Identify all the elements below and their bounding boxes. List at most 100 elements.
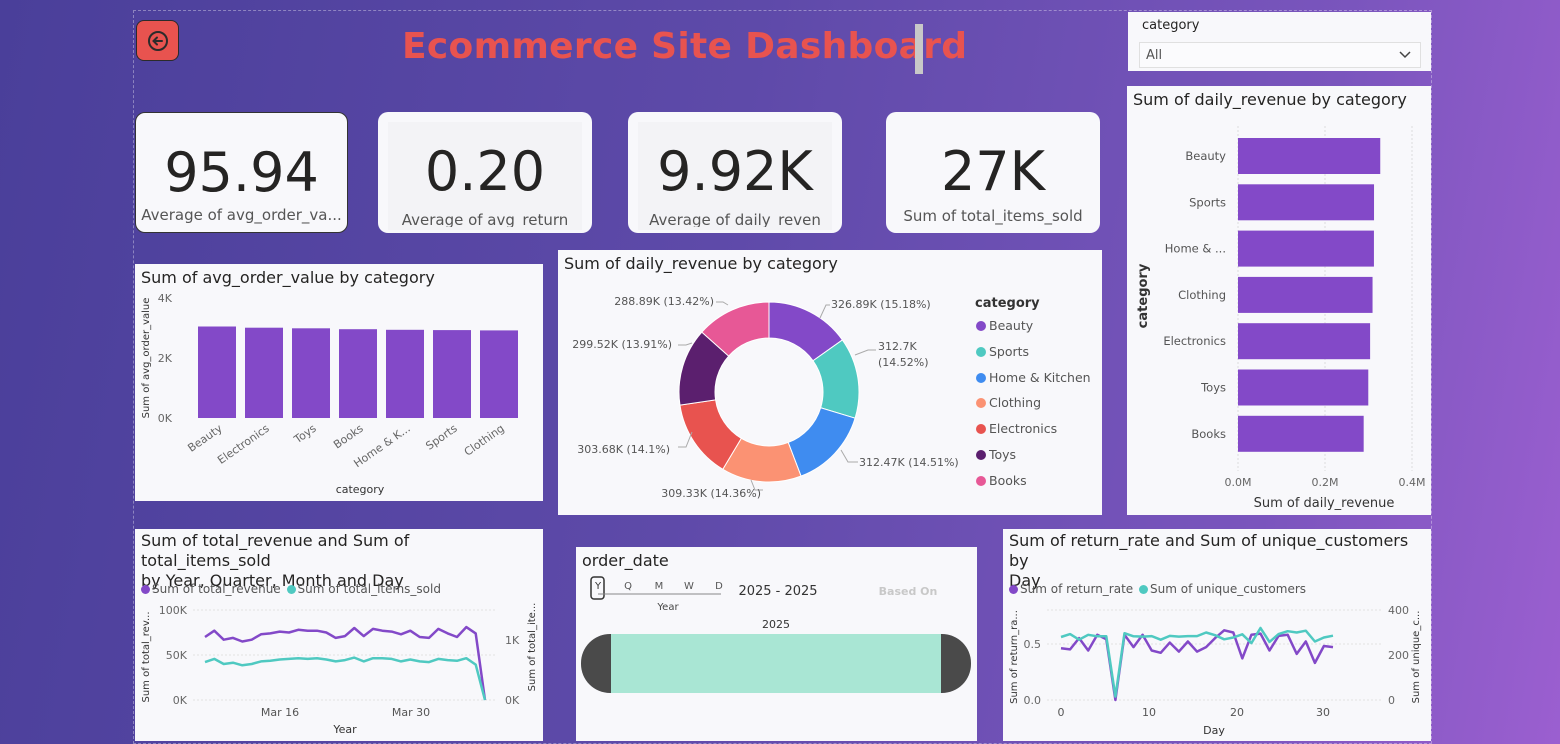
dropdown-value: All — [1146, 48, 1163, 63]
kpi-caption: Average of avg_return — [401, 211, 569, 227]
x-tick: Beauty — [185, 422, 225, 455]
kpi-value: 95.94 — [164, 141, 319, 204]
return-rate-line-chart[interactable]: Sum of return_rate and Sum of unique_cus… — [1003, 529, 1431, 741]
legend-item[interactable]: Electronics — [976, 421, 1091, 447]
legend-item[interactable]: Beauty — [976, 318, 1091, 344]
y-tick: Home & ... — [1165, 242, 1226, 256]
legend-item[interactable]: Home & Kitchen — [976, 370, 1091, 396]
legend-item[interactable]: Sports — [976, 344, 1091, 370]
level-y: Y — [594, 581, 602, 592]
line-return-svg: 0.5 0.0 400 200 0 Sum of return_ra... Su… — [1009, 604, 1422, 737]
page-title: Ecommerce Site Dashboard — [402, 26, 968, 67]
donut-slice — [787, 407, 856, 477]
y-tick: 4K — [158, 292, 173, 305]
range-slider — [581, 634, 971, 693]
bar — [386, 329, 424, 418]
x-tick: Mar 30 — [392, 706, 430, 719]
legend-item[interactable]: Toys — [976, 447, 1091, 473]
kpi-card-avg-return[interactable]: 0.20 Average of avg_return — [378, 112, 592, 233]
legend-item[interactable]: Clothing — [976, 395, 1091, 421]
donut-chart[interactable]: Sum of daily_revenue by category 326.89K… — [558, 250, 1102, 515]
y-tick: Toys — [1200, 381, 1226, 395]
chevron-down-icon — [1398, 47, 1412, 65]
level-w: W — [684, 581, 694, 592]
legend-title: category — [975, 296, 1040, 311]
series-line — [1060, 629, 1334, 702]
legend-label: Books — [989, 472, 1027, 488]
leader-line — [840, 449, 858, 463]
slice-label: (14.52%) — [878, 356, 929, 369]
y-tick: 50K — [166, 649, 188, 662]
x-axis-label: category — [336, 483, 385, 496]
slice-label: 303.68K (14.1%) — [577, 443, 670, 456]
total-revenue-line-chart[interactable]: Sum of total_revenue and Sum of total_it… — [135, 529, 543, 741]
x-axis-label: Year — [332, 723, 357, 736]
x-axis-label: Day — [1203, 724, 1225, 737]
slider-fill — [611, 634, 941, 693]
y-tick: 100K — [159, 604, 188, 617]
slicer-label: category — [1142, 18, 1200, 33]
avg-order-svg: 4K 2K 0K Sum of avg_order_value category… — [141, 292, 518, 496]
line-total-svg: 100K 50K 0K 1K 0K Sum of total_rev... Su… — [141, 603, 538, 736]
legend-dot — [976, 346, 986, 357]
kpi-value: 27K — [940, 140, 1046, 203]
x-tick: 10 — [1142, 706, 1156, 719]
kpi-caption: Sum of total_items_sold — [903, 207, 1083, 225]
x-tick: Sports — [423, 422, 460, 453]
x-tick: 20 — [1230, 706, 1244, 719]
kpi-value: 9.92K — [657, 140, 813, 203]
title-divider — [915, 24, 923, 74]
slice-label: 312.47K (14.51%) — [859, 456, 959, 469]
kpi-caption: Average of daily_reven — [649, 211, 821, 227]
x-tick: 0.0M — [1225, 476, 1252, 489]
kpi-card-daily-revenue[interactable]: 9.92K Average of daily_reven — [628, 112, 842, 233]
y-tick: 2K — [158, 352, 173, 365]
bar — [1238, 276, 1373, 313]
x-axis-label: Sum of daily_revenue — [1254, 496, 1395, 511]
y-axis-label: category — [1136, 263, 1151, 328]
bar — [1238, 230, 1374, 267]
bar — [480, 330, 518, 418]
bar-label: 2025 — [762, 618, 790, 631]
y2-tick: 200 — [1388, 649, 1409, 662]
x-tick: 0 — [1058, 706, 1065, 719]
range-label: 2025 - 2025 — [738, 584, 817, 599]
legend-item[interactable]: Books — [976, 473, 1091, 499]
y-tick: Sports — [1189, 195, 1226, 209]
y-tick: 0K — [158, 412, 173, 425]
kpi-card-avg-order[interactable]: 95.94 Average of avg_order_va... — [135, 112, 348, 233]
y-tick: 0K — [173, 694, 188, 707]
y-tick: 0.5 — [1024, 638, 1042, 651]
level-label: Year — [656, 602, 679, 613]
donut-legend: Beauty Sports Home & Kitchen Clothing Electr… — [976, 318, 1091, 499]
slice-label: 288.89K (13.42%) — [614, 295, 714, 308]
legend-label: Clothing — [989, 395, 1042, 411]
revenue-hbar-chart[interactable]: Sum of daily_revenue by category 0.0M 0.… — [1127, 86, 1431, 515]
slice-label: 299.52K (13.91%) — [572, 338, 672, 351]
hbar-svg: 0.0M 0.2M 0.4M Sum of daily_revenue cate… — [1136, 126, 1426, 511]
x-tick: 0.4M — [1399, 476, 1426, 489]
order-date-slicer[interactable]: order_date Y Q M W D Year 2025 - 2025 Ba… — [576, 547, 977, 741]
category-slicer: category All — [1128, 12, 1431, 71]
date-slicer-svg: Y Q M W D Year 2025 - 2025 Based On 2025 — [581, 576, 971, 693]
legend-dot — [976, 424, 986, 435]
y-axis-label: Sum of avg_order_value — [141, 298, 152, 419]
x-tick: Electronics — [215, 422, 272, 467]
y-tick: Electronics — [1163, 334, 1226, 348]
y2-tick: 1K — [505, 634, 520, 647]
bar — [1238, 323, 1371, 360]
avg-order-chart[interactable]: Sum of avg_order_value by category 4K 2K… — [135, 264, 543, 501]
bar — [339, 329, 377, 418]
category-dropdown[interactable]: All — [1139, 42, 1421, 68]
slice-label: 309.33K (14.36%) — [661, 487, 761, 500]
y2-tick: 0 — [1388, 694, 1395, 707]
series-line — [204, 656, 487, 701]
legend-label: Home & Kitchen — [989, 369, 1091, 385]
back-button[interactable] — [136, 20, 179, 61]
kpi-card-items-sold[interactable]: 27K Sum of total_items_sold — [886, 112, 1100, 233]
bar — [1238, 138, 1381, 174]
based-on-label: Based On — [879, 585, 938, 598]
legend-dot — [976, 372, 986, 383]
kpi-value: 0.20 — [424, 140, 546, 203]
bar — [1238, 184, 1375, 221]
